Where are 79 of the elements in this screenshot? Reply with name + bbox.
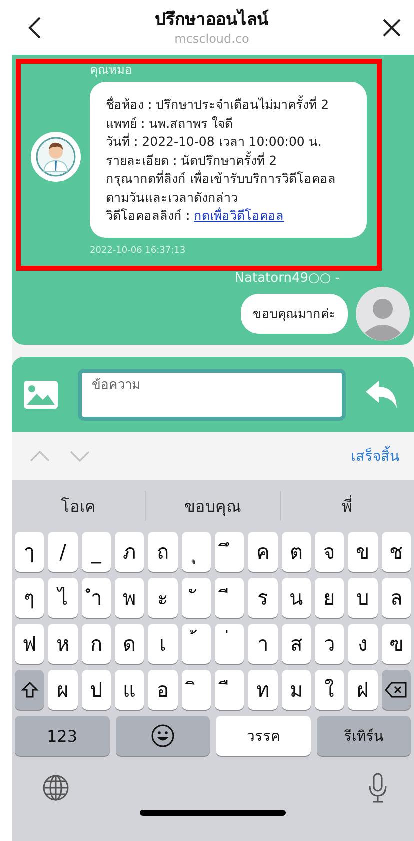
- message-text: รายละเอียด : นัดปรึกษาครั้งที่ 2: [106, 152, 278, 170]
- letter-key[interactable]: /: [48, 532, 78, 572]
- letter-key[interactable]: ุ: [182, 532, 211, 572]
- letter-key[interactable]: ่: [214, 624, 244, 664]
- letter-key[interactable]: ั: [182, 578, 211, 618]
- letter-key[interactable]: ต: [282, 532, 311, 572]
- letter-key[interactable]: น: [282, 578, 311, 618]
- letter-key[interactable]: _: [82, 532, 111, 572]
- letter-key[interactable]: ล: [382, 578, 411, 618]
- back-icon[interactable]: [28, 16, 42, 40]
- suggestion-item[interactable]: พี่: [280, 491, 414, 521]
- sender-name: คุณหมอ: [90, 63, 133, 78]
- letter-key[interactable]: ว: [314, 624, 344, 664]
- letter-key[interactable]: ะ: [148, 578, 178, 618]
- letter-key[interactable]: ง: [348, 624, 378, 664]
- letter-key[interactable]: ห: [48, 624, 78, 664]
- letter-key[interactable]: ึ: [214, 532, 244, 572]
- letter-key[interactable]: แ: [114, 670, 144, 710]
- message-text: วิดีโอคอลลิงก์ : กดเพื่อวิดีโอคอล: [106, 207, 286, 225]
- emoji-icon: [150, 724, 175, 748]
- shift-key[interactable]: [15, 670, 44, 710]
- letter-key[interactable]: ๆ: [15, 578, 44, 618]
- letter-key[interactable]: ร: [248, 578, 278, 618]
- letter-key[interactable]: ื: [214, 670, 244, 710]
- letter-key[interactable]: ิ: [182, 670, 211, 710]
- letter-key[interactable]: ำ: [82, 578, 111, 618]
- letter-key[interactable]: ถ: [148, 532, 178, 572]
- doctor-avatar-icon: [30, 131, 82, 183]
- emoji-key[interactable]: [116, 716, 210, 756]
- letter-key[interactable]: ภ: [114, 532, 144, 572]
- letter-key[interactable]: ป: [82, 670, 111, 710]
- letter-key[interactable]: เ: [148, 624, 178, 664]
- letter-key[interactable]: ี: [214, 578, 244, 618]
- page-title: ปรึกษาออนไลน์: [155, 8, 269, 30]
- video-call-link[interactable]: กดเพื่อวิดีโอคอล: [194, 208, 284, 223]
- letter-key[interactable]: ด: [114, 624, 144, 664]
- letter-key[interactable]: ก: [82, 624, 111, 664]
- message-text: วันที่ : 2022-10-08 เวลา 10:00:00 น.: [106, 133, 323, 151]
- shift-icon: [20, 681, 39, 699]
- letter-key[interactable]: ฟ: [15, 624, 44, 664]
- message-input[interactable]: ข้อความ: [78, 368, 346, 420]
- sender-name: Natatorn49○○ -: [234, 271, 340, 287]
- letter-key[interactable]: ฃ: [382, 624, 411, 664]
- user-avatar-icon: [356, 287, 410, 341]
- done-button[interactable]: เสร็จสิ้น: [351, 443, 400, 469]
- letter-key[interactable]: ฝ: [348, 670, 378, 710]
- message-text: แพทย์ : นพ.สถาพร ใจดี: [106, 114, 234, 132]
- letter-key[interactable]: ข: [348, 532, 378, 572]
- letter-key[interactable]: ไ: [48, 578, 78, 618]
- suggestion-item[interactable]: โอเค: [12, 491, 146, 521]
- suggestion-item[interactable]: ขอบคุณ: [145, 491, 280, 521]
- letter-key[interactable]: า: [248, 624, 278, 664]
- space-key[interactable]: วรรค: [216, 716, 310, 756]
- close-icon[interactable]: [382, 18, 402, 38]
- message-text: ชื่อห้อง : ปรึกษาประจำเดือนไม่มาครั้งที่ 2: [106, 96, 330, 114]
- backspace-icon: [385, 682, 408, 698]
- message-bubble: ขอบคุณมากค่ะ: [241, 294, 348, 334]
- letter-key[interactable]: ม: [282, 670, 311, 710]
- letter-key[interactable]: ช: [382, 532, 411, 572]
- message-text: กรุณากดที่ลิงก์ เพื่อเข้ารับบริการวิดีโอคอล ตามวันและเวลาดังกล่าว: [106, 170, 337, 206]
- message-time: 2022-10-06 16:37:13: [90, 246, 187, 256]
- backspace-key[interactable]: [382, 670, 411, 710]
- letter-key[interactable]: ย: [314, 578, 344, 618]
- letter-key[interactable]: บ: [348, 578, 378, 618]
- site-address: mcscloud.co: [174, 30, 250, 46]
- letter-key[interactable]: พ: [114, 578, 144, 618]
- letter-key[interactable]: ใ: [314, 670, 344, 710]
- letter-key[interactable]: จ: [314, 532, 344, 572]
- numbers-key[interactable]: 123: [15, 716, 110, 756]
- letter-key[interactable]: ผ: [48, 670, 78, 710]
- microphone-icon[interactable]: [368, 773, 388, 803]
- globe-icon[interactable]: [42, 774, 70, 802]
- letter-key[interactable]: ้: [182, 624, 211, 664]
- letter-key[interactable]: ส: [282, 624, 311, 664]
- letter-key[interactable]: ๅ: [15, 532, 44, 572]
- letter-key[interactable]: ค: [248, 532, 278, 572]
- letter-key[interactable]: ท: [248, 670, 278, 710]
- letter-key[interactable]: อ: [148, 670, 178, 710]
- return-key[interactable]: รีเทิร์น: [316, 716, 411, 756]
